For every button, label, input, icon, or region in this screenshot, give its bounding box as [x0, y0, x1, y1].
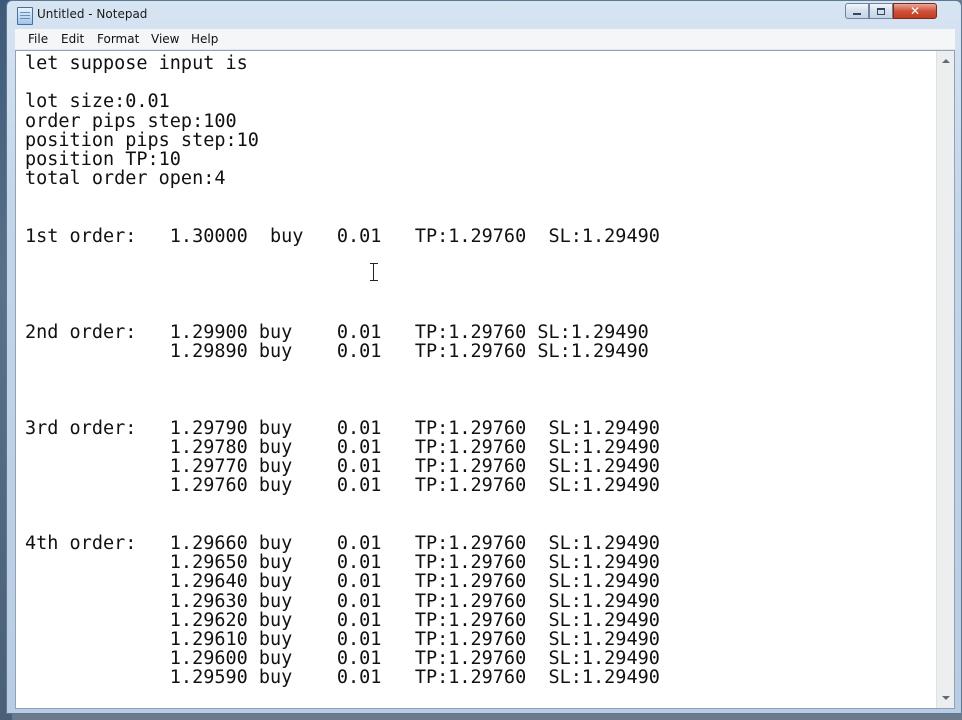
text-line: 4th order: 1.29660 buy 0.01 TP:1.29760 S…: [25, 533, 660, 554]
text-line: 1.29760 buy 0.01 TP:1.29760 SL:1.29490: [25, 475, 660, 497]
maximize-icon: [877, 7, 885, 15]
text-line: total order open:4: [25, 168, 226, 190]
menu-format[interactable]: Format: [97, 32, 139, 46]
vertical-scrollbar[interactable]: [936, 51, 954, 708]
text-cursor-icon: [370, 263, 378, 281]
arrow-down-icon: [941, 696, 950, 700]
close-button[interactable]: ✕: [893, 3, 937, 19]
menu-view[interactable]: View: [151, 32, 179, 46]
text-line: 1.29650 buy 0.01 TP:1.29760 SL:1.29490: [25, 552, 660, 574]
text-line: position TP:10: [25, 149, 181, 170]
minimize-icon: [853, 12, 861, 15]
notepad-window: Untitled - Notepad ✕ File Edit Format Vi…: [6, 0, 962, 714]
menu-help[interactable]: Help: [191, 32, 218, 46]
text-line: 1.29780 buy 0.01 TP:1.29760 SL:1.29490: [25, 437, 660, 458]
text-line: position pips step:10: [25, 129, 259, 151]
maximize-button[interactable]: [869, 3, 893, 19]
window-title: Untitled - Notepad: [37, 7, 148, 21]
text-line: 1.29610 buy 0.01 TP:1.29760 SL:1.29490: [25, 629, 660, 650]
text-editor[interactable]: let suppose input is lot size:0.01 order p…: [15, 50, 955, 709]
minimize-button[interactable]: [845, 3, 869, 19]
text-line: 1.29890 buy 0.01 TP:1.29760 SL:1.29490: [25, 341, 649, 362]
scroll-up-button[interactable]: [937, 53, 954, 69]
text-line: 1.29620 buy 0.01 TP:1.29760 SL:1.29490: [25, 609, 660, 631]
menu-edit[interactable]: Edit: [61, 32, 84, 46]
text-line: lot size:0.01: [25, 91, 170, 113]
menu-file[interactable]: File: [28, 32, 48, 46]
close-icon: ✕: [909, 4, 921, 18]
title-bar[interactable]: Untitled - Notepad ✕: [7, 1, 961, 29]
text-line: 2nd order: 1.29900 buy 0.01 TP:1.29760 S…: [25, 321, 649, 343]
text-line: let suppose input is: [25, 53, 248, 74]
text-line: 1.29770 buy 0.01 TP:1.29760 SL:1.29490: [25, 456, 660, 478]
scroll-down-button[interactable]: [937, 690, 954, 706]
text-line: order pips step:100: [25, 110, 237, 132]
text-area[interactable]: let suppose input is lot size:0.01 order p…: [16, 51, 938, 708]
text-line: 1.29590 buy 0.01 TP:1.29760 SL:1.29490: [25, 667, 660, 689]
menu-bar: File Edit Format View Help: [15, 29, 955, 50]
text-line: 1.29600 buy 0.01 TP:1.29760 SL:1.29490: [25, 648, 660, 670]
text-line: 3rd order: 1.29790 buy 0.01 TP:1.29760 S…: [25, 417, 660, 439]
arrow-up-icon: [941, 59, 950, 63]
text-line: 1.29640 buy 0.01 TP:1.29760 SL:1.29490: [25, 571, 660, 593]
text-line: 1st order: 1.30000 buy 0.01 TP:1.29760 S…: [25, 225, 660, 247]
text-line: 1.29630 buy 0.01 TP:1.29760 SL:1.29490: [25, 590, 660, 612]
notepad-icon[interactable]: [17, 7, 33, 25]
